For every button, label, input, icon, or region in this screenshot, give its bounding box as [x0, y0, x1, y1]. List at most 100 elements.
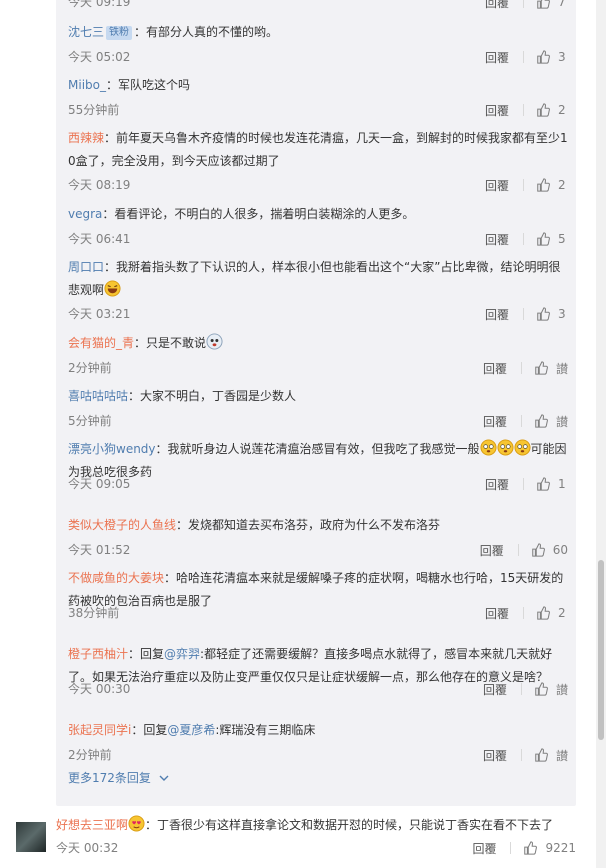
- like-count: 1: [558, 477, 566, 491]
- reply-actions: 回覆 60: [480, 542, 568, 558]
- thumbs-up-icon[interactable]: [534, 414, 548, 428]
- reply-username[interactable]: 漂亮小狗wendy: [68, 442, 156, 456]
- reply-username[interactable]: 沈七三: [68, 25, 104, 39]
- reply-item: 张起灵同学i：回复@夏彦希:辉瑞没有三期临床 2分钟前 回覆 讃: [68, 719, 568, 763]
- divider: [517, 544, 519, 556]
- like-count: 3: [558, 50, 566, 64]
- reply-content: ：只是不敢说: [134, 336, 207, 350]
- thumbs-up-icon[interactable]: [523, 841, 538, 855]
- reply-button[interactable]: 回覆: [483, 413, 507, 430]
- divider: [520, 749, 522, 761]
- chevron-down-icon: [159, 775, 169, 781]
- scrollbar-thumb[interactable]: [598, 560, 604, 740]
- comment-feed: 今天 09:19 回覆 7 沈七三 铁粉 ：有部分人真的不懂的哟。 今天 05:02…: [0, 0, 596, 868]
- like-count: 7: [558, 0, 566, 9]
- reply-username[interactable]: 类似大橙子的人鱼线: [68, 518, 176, 532]
- reply-actions: 回覆 讃: [483, 681, 568, 697]
- comment-text: 好想去三亚啊 ：丁香很少有这样直接拿论文和数据开怼的时候，只能说丁香实在看不下去了: [56, 814, 576, 837]
- reply-actions: 回覆 2: [485, 605, 568, 621]
- reply-button[interactable]: 回覆: [485, 476, 509, 493]
- avatar[interactable]: [16, 822, 46, 852]
- divider: [523, 104, 524, 116]
- reply-button[interactable]: 回覆: [485, 0, 509, 11]
- thumbs-up-icon[interactable]: [536, 103, 550, 117]
- reply-time: 55分钟前: [68, 103, 120, 117]
- divider: [520, 415, 522, 427]
- reply-text: vegra：看看评论，不明白的人很多，揣着明白装糊涂的人更多。: [68, 203, 568, 226]
- reply-username[interactable]: 张起灵同学i: [68, 723, 131, 737]
- reply-text: 喜咕咕咕咕：大家不明白，丁香园是少数人: [68, 385, 568, 408]
- reply-username[interactable]: Miibo_: [68, 78, 106, 92]
- reply-time: 今天 00:30: [68, 682, 131, 696]
- reply-button[interactable]: 回覆: [485, 49, 509, 66]
- like-count: 讃: [555, 748, 568, 763]
- reply-username[interactable]: vegra: [68, 207, 102, 221]
- reply-text: 沈七三 铁粉 ：有部分人真的不懂的哟。: [68, 21, 568, 44]
- thumbs-up-icon[interactable]: [531, 543, 545, 557]
- worried-emoji-icon: [480, 439, 497, 456]
- scrollbar[interactable]: [596, 0, 606, 868]
- reply-text: 会有猫的_青：只是不敢说: [68, 332, 568, 355]
- divider: [520, 362, 522, 374]
- fan-badge: 铁粉: [106, 26, 133, 40]
- more-replies-label: 更多172条回复: [68, 771, 151, 785]
- thumbs-up-icon[interactable]: [536, 307, 550, 321]
- thumbs-up-icon[interactable]: [534, 682, 548, 696]
- reply-text: 西辣辣：前年夏天乌鲁木齐疫情的时候也发连花清瘟，几天一盒，到解封的时候我家都有至…: [68, 127, 568, 173]
- reply-text: 周口口：我掰着指头数了下认识的人，样本很小但也能看出这个“大家”占比卑微，结论明…: [68, 256, 568, 302]
- thumbs-up-icon[interactable]: [536, 477, 550, 491]
- thumbs-up-icon[interactable]: [536, 232, 550, 246]
- reply-item: 漂亮小狗wendy：我就听身边人说莲花清瘟治感冒有效，但我吃了我感觉一般 可能因为…: [68, 438, 568, 492]
- reply-button[interactable]: 回覆: [472, 840, 496, 857]
- thumbs-up-icon[interactable]: [536, 0, 550, 9]
- reply-button[interactable]: 回覆: [483, 681, 507, 698]
- reply-content: ：大家不明白，丁香园是少数人: [128, 389, 297, 403]
- reply-item: 西辣辣：前年夏天乌鲁木齐疫情的时候也发连花清瘟，几天一盒，到解封的时候我家都有至…: [68, 127, 568, 193]
- reply-prefix: ：回复: [128, 647, 165, 661]
- reply-button[interactable]: 回覆: [480, 542, 504, 559]
- divider: [523, 308, 524, 320]
- reply-button[interactable]: 回覆: [483, 360, 507, 377]
- reply-button[interactable]: 回覆: [485, 102, 509, 119]
- reply-button[interactable]: 回覆: [485, 231, 509, 248]
- divider: [523, 233, 524, 245]
- thumbs-up-icon[interactable]: [536, 606, 550, 620]
- mention-link[interactable]: @弈羿: [164, 647, 200, 661]
- reply-actions: 回覆 讃: [483, 747, 568, 763]
- divider: [523, 478, 524, 490]
- thumbs-up-icon[interactable]: [534, 361, 548, 375]
- comment-username[interactable]: 好想去三亚啊: [56, 818, 128, 832]
- like-count: 9221: [545, 841, 576, 855]
- reply-text: 张起灵同学i：回复@夏彦希:辉瑞没有三期临床: [68, 719, 568, 742]
- reply-actions: 回覆 3: [485, 306, 568, 322]
- reply-actions: 回覆 3: [485, 49, 568, 65]
- thumbs-up-icon[interactable]: [534, 748, 548, 762]
- reply-button[interactable]: 回覆: [485, 306, 509, 323]
- reply-item: 类似大橙子的人鱼线：发烧都知道去买布洛芬，政府为什么不发布洛芬 今天 01:52…: [68, 514, 568, 558]
- reply-text: Miibo_：军队吃这个吗: [68, 74, 568, 97]
- reply-button[interactable]: 回覆: [485, 605, 509, 622]
- reply-time: 38分钟前: [68, 606, 120, 620]
- reply-item: vegra：看看评论，不明白的人很多，揣着明白装糊涂的人更多。 今天 06:41…: [68, 203, 568, 247]
- thumbs-up-icon[interactable]: [536, 178, 550, 192]
- reply-content: ：军队吃这个吗: [105, 78, 190, 92]
- reply-username[interactable]: 西辣辣: [68, 131, 104, 145]
- laughing-emoji-icon: [104, 280, 121, 297]
- reply-button[interactable]: 回覆: [483, 747, 507, 764]
- reply-username[interactable]: 喜咕咕咕咕: [68, 389, 128, 403]
- like-count: 3: [558, 307, 566, 321]
- reply-username[interactable]: 不做咸鱼的大姜块: [68, 571, 164, 585]
- reply-username[interactable]: 周口口: [68, 260, 104, 274]
- more-replies-link[interactable]: 更多172条回复: [68, 769, 171, 786]
- thumbs-up-icon[interactable]: [536, 50, 550, 64]
- reply-list: 今天 09:19 回覆 7 沈七三 铁粉 ：有部分人真的不懂的哟。 今天 05:02…: [56, 0, 576, 806]
- mention-link[interactable]: @夏彦希: [167, 723, 215, 737]
- reply-username[interactable]: 会有猫的_青: [68, 336, 134, 350]
- reply-prefix: ：回复: [131, 723, 168, 737]
- worried-emoji-icon: [497, 439, 514, 456]
- reply-actions: 回覆 2: [485, 102, 568, 118]
- reply-username[interactable]: 橙子西柚汁: [68, 647, 128, 661]
- like-count: 60: [552, 543, 568, 557]
- reply-button[interactable]: 回覆: [485, 177, 509, 194]
- divider: [523, 179, 524, 191]
